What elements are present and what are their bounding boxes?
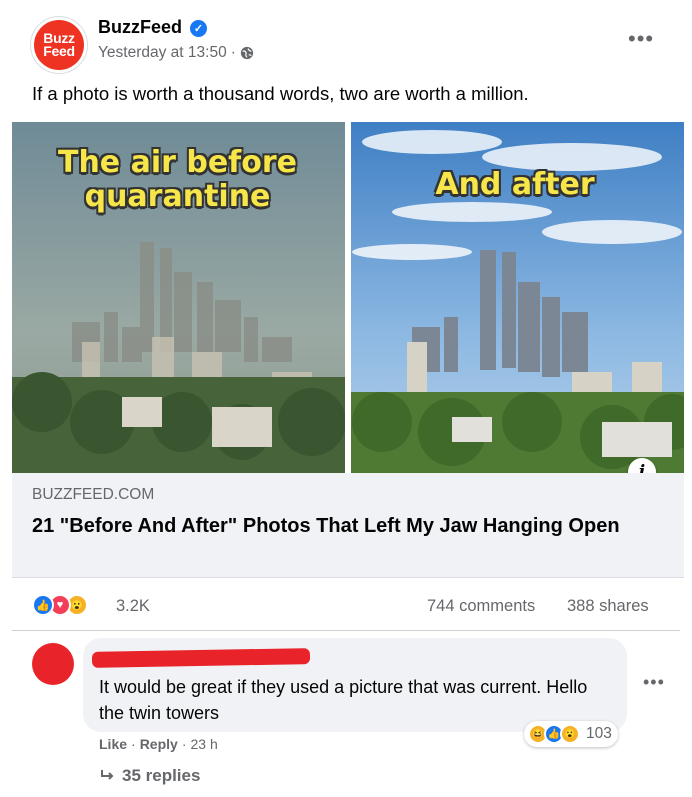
post-timestamp[interactable]: Yesterday at 13:50 bbox=[98, 44, 227, 62]
wow-reaction-icon: 😮 bbox=[560, 724, 580, 744]
commenter-avatar[interactable] bbox=[32, 643, 74, 685]
comment-count[interactable]: 744 comments bbox=[427, 597, 535, 616]
comment-reactions[interactable]: 😆 👍 😮 103 bbox=[524, 721, 618, 747]
reaction-icons[interactable]: 👍 ♥ 😮 bbox=[32, 594, 88, 616]
image-caption-after: And after bbox=[435, 167, 595, 202]
logo-text-bottom: Feed bbox=[43, 43, 75, 59]
post-text: If a photo is worth a thousand words, tw… bbox=[32, 83, 529, 104]
buzzfeed-logo: Buzz Feed bbox=[34, 20, 84, 70]
comment-text: It would be great if they used a picture… bbox=[99, 677, 588, 723]
reaction-count[interactable]: 3.2K bbox=[116, 597, 150, 616]
action-sep: · bbox=[131, 736, 136, 752]
like-reaction-icon: 👍 bbox=[32, 594, 54, 616]
link-title[interactable]: 21 "Before And After" Photos That Left M… bbox=[32, 513, 632, 540]
action-sep: · bbox=[181, 736, 187, 752]
comment-actions: Like · Reply · 23 h bbox=[99, 736, 218, 752]
comment-options-icon[interactable]: ••• bbox=[643, 672, 665, 693]
comment-age[interactable]: 23 h bbox=[190, 736, 217, 752]
reply-arrow-icon bbox=[101, 770, 114, 780]
reply-link[interactable]: Reply bbox=[140, 736, 178, 752]
image-divider bbox=[345, 122, 351, 473]
verified-badge-icon: ✓ bbox=[190, 20, 207, 37]
divider bbox=[12, 630, 680, 631]
page-avatar[interactable]: Buzz Feed bbox=[30, 16, 88, 74]
globe-icon bbox=[240, 46, 253, 60]
link-domain: BUZZFEED.COM bbox=[32, 486, 155, 503]
replies-count[interactable]: 35 replies bbox=[122, 766, 200, 786]
like-link[interactable]: Like bbox=[99, 736, 127, 752]
caption-before-line2: quarantine bbox=[84, 179, 271, 214]
share-count[interactable]: 388 shares bbox=[567, 597, 649, 616]
meta-separator: · bbox=[230, 44, 236, 61]
image-caption-before: The air before quarantine bbox=[20, 146, 335, 214]
caption-before-line1: The air before bbox=[57, 145, 297, 180]
view-replies[interactable]: 35 replies bbox=[100, 766, 200, 786]
post-meta: Yesterday at 13:50 · bbox=[98, 44, 254, 62]
post-options-icon[interactable]: ••• bbox=[628, 26, 654, 52]
page-name[interactable]: BuzzFeed bbox=[98, 17, 182, 38]
comment-reaction-count: 103 bbox=[586, 725, 612, 742]
